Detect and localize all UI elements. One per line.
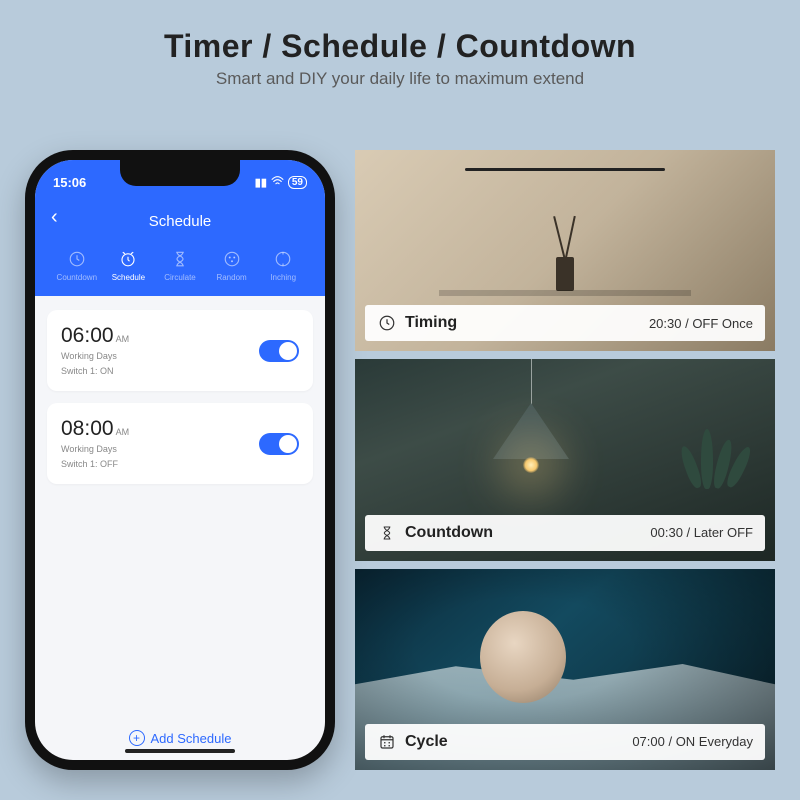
tab-countdown[interactable]: Countdown bbox=[51, 250, 103, 282]
schedule-card[interactable]: 08:00 AM Working Days Switch 1: OFF bbox=[47, 403, 313, 484]
back-button[interactable]: ‹ bbox=[51, 206, 58, 229]
phone-notch bbox=[120, 160, 240, 186]
alarm-icon bbox=[119, 250, 137, 268]
signal-icon: ▮▮ bbox=[255, 176, 267, 189]
tab-label: Inching bbox=[270, 273, 296, 282]
hourglass-icon bbox=[377, 523, 397, 543]
feature-panels: Timing 20:30 / OFF Once Countdown 00: bbox=[355, 150, 775, 770]
clock-icon bbox=[377, 313, 397, 333]
tab-label: Schedule bbox=[112, 273, 145, 282]
hourglass-icon bbox=[171, 250, 189, 268]
tab-random[interactable]: Random bbox=[206, 250, 258, 282]
schedule-list[interactable]: 06:00 AM Working Days Switch 1: ON 08:00 bbox=[35, 296, 325, 716]
tab-circulate[interactable]: Circulate bbox=[154, 250, 206, 282]
tab-inching[interactable]: Inching bbox=[257, 250, 309, 282]
tab-label: Countdown bbox=[57, 273, 97, 282]
battery-indicator: 59 bbox=[288, 176, 307, 189]
screen-title: Schedule bbox=[149, 213, 212, 230]
panel-timing: Timing 20:30 / OFF Once bbox=[355, 150, 775, 351]
panel-label: Cycle bbox=[405, 733, 448, 751]
hero-subtitle: Smart and DIY your daily life to maximum… bbox=[20, 69, 780, 89]
schedule-time: 08:00 bbox=[61, 417, 114, 441]
content-row: 15:06 ▮▮ 59 ‹ Schedule bbox=[0, 101, 800, 800]
add-schedule-label: Add Schedule bbox=[151, 731, 232, 746]
panel-caption: Timing 20:30 / OFF Once bbox=[365, 305, 765, 341]
panel-value: 07:00 / ON Everyday bbox=[632, 734, 753, 749]
wifi-icon bbox=[271, 176, 284, 189]
plus-icon: + bbox=[129, 730, 145, 746]
phone-frame: 15:06 ▮▮ 59 ‹ Schedule bbox=[25, 150, 335, 770]
schedule-ampm: AM bbox=[116, 427, 130, 437]
app-header: ‹ Schedule Countdown bbox=[35, 204, 325, 296]
schedule-days: Working Days bbox=[61, 443, 129, 456]
panel-label: Timing bbox=[405, 314, 457, 332]
tabs-row: Countdown Schedule Circula bbox=[49, 250, 311, 282]
schedule-time: 06:00 bbox=[61, 324, 114, 348]
panel-value: 00:30 / Later OFF bbox=[650, 525, 753, 540]
schedule-card[interactable]: 06:00 AM Working Days Switch 1: ON bbox=[47, 310, 313, 391]
inching-icon bbox=[274, 250, 292, 268]
panel-caption: Countdown 00:30 / Later OFF bbox=[365, 515, 765, 551]
panel-cycle: Cycle 07:00 / ON Everyday bbox=[355, 569, 775, 770]
tab-label: Random bbox=[216, 273, 246, 282]
schedule-toggle[interactable] bbox=[259, 340, 299, 362]
hero-header: Timer / Schedule / Countdown Smart and D… bbox=[0, 0, 800, 101]
calendar-icon bbox=[377, 732, 397, 752]
home-indicator[interactable] bbox=[125, 749, 235, 753]
panel-value: 20:30 / OFF Once bbox=[649, 316, 753, 331]
schedule-ampm: AM bbox=[116, 334, 130, 344]
schedule-toggle[interactable] bbox=[259, 433, 299, 455]
panel-caption: Cycle 07:00 / ON Everyday bbox=[365, 724, 765, 760]
promo-canvas: Timer / Schedule / Countdown Smart and D… bbox=[0, 0, 800, 800]
schedule-action: Switch 1: ON bbox=[61, 365, 129, 378]
tab-schedule[interactable]: Schedule bbox=[103, 250, 155, 282]
tab-label: Circulate bbox=[164, 273, 196, 282]
add-schedule-button[interactable]: + Add Schedule bbox=[35, 716, 325, 760]
schedule-days: Working Days bbox=[61, 350, 129, 363]
panel-label: Countdown bbox=[405, 524, 493, 542]
countdown-icon bbox=[68, 250, 86, 268]
panel-countdown: Countdown 00:30 / Later OFF bbox=[355, 359, 775, 560]
schedule-action: Switch 1: OFF bbox=[61, 458, 129, 471]
hero-title: Timer / Schedule / Countdown bbox=[20, 28, 780, 65]
status-time: 15:06 bbox=[53, 175, 86, 190]
status-right: ▮▮ 59 bbox=[255, 176, 307, 189]
random-icon bbox=[223, 250, 241, 268]
phone-screen: 15:06 ▮▮ 59 ‹ Schedule bbox=[35, 160, 325, 760]
